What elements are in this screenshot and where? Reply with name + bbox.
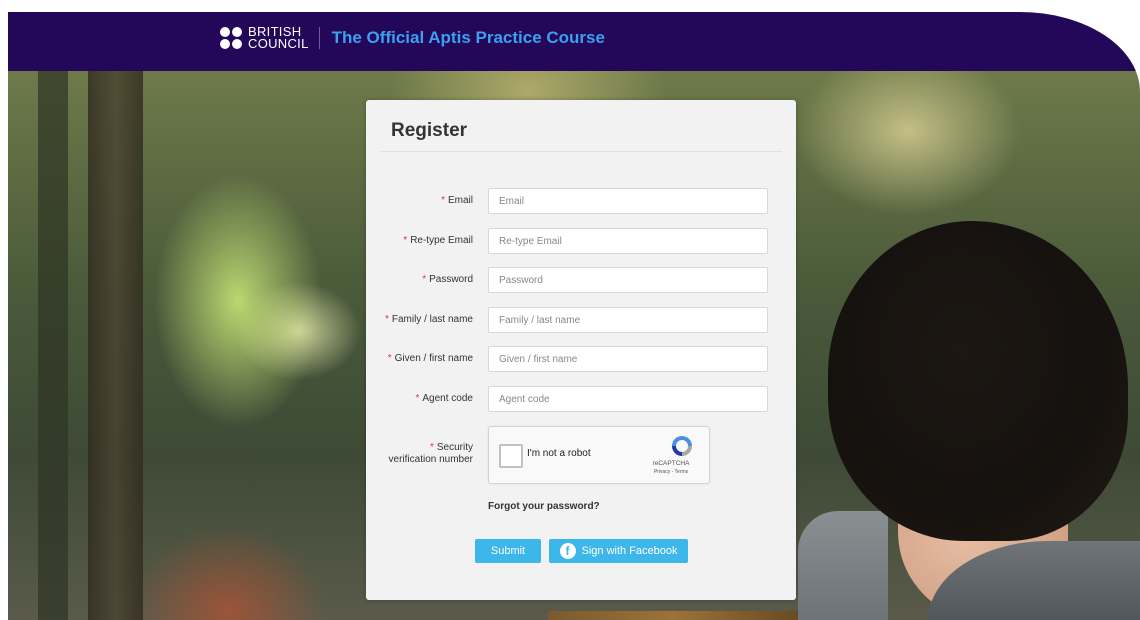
last-name-label: * Family / last name	[384, 314, 473, 325]
course-title: The Official Aptis Practice Course	[331, 28, 605, 47]
site-header: BRITISH COUNCIL The Official Aptis Pract…	[8, 12, 1140, 71]
submit-button[interactable]: Submit	[475, 539, 541, 563]
first-name-label: * Given / first name	[387, 353, 473, 364]
brand-line-2: COUNCIL	[248, 36, 309, 51]
password-label: * Password	[422, 274, 473, 285]
required-marker: *	[422, 274, 427, 285]
photo-person-head	[828, 221, 1128, 541]
logo-dots-icon	[220, 27, 242, 49]
captcha-label: I'm not a robot	[527, 448, 591, 459]
retype-email-row: * Re-type Email	[366, 228, 796, 254]
last-name-row: * Family / last name	[366, 307, 796, 333]
required-marker: *	[403, 235, 408, 246]
email-row: * Email	[366, 188, 796, 214]
agent-code-field[interactable]	[488, 386, 768, 412]
recaptcha-logo-icon	[672, 436, 692, 456]
last-name-field[interactable]	[488, 307, 768, 333]
facebook-icon: f	[559, 543, 576, 559]
photo-person-hair	[548, 611, 798, 620]
required-marker: *	[384, 314, 389, 325]
email-field[interactable]	[488, 188, 768, 214]
required-marker: *	[441, 195, 445, 206]
captcha-checkbox[interactable]	[499, 444, 523, 468]
required-marker: *	[387, 353, 392, 364]
british-council-logo[interactable]: BRITISH COUNCIL The Official Aptis Pract…	[220, 25, 605, 51]
password-field[interactable]	[488, 267, 768, 293]
brand-name: BRITISH COUNCIL	[248, 25, 309, 51]
photo-tree-trunk	[88, 71, 143, 620]
header-divider	[318, 27, 320, 49]
email-label: * Email	[441, 195, 473, 206]
register-title: Register	[391, 120, 468, 141]
required-marker: *	[415, 393, 420, 404]
photo-tree-trunk	[38, 71, 68, 620]
sign-with-facebook-button[interactable]: f Sign with Facebook	[549, 539, 688, 563]
retype-email-label: * Re-type Email	[403, 235, 473, 246]
photo-person-shoulder	[798, 511, 888, 620]
page-frame: BRITISH COUNCIL The Official Aptis Pract…	[8, 12, 1140, 620]
first-name-field[interactable]	[488, 346, 768, 372]
recaptcha-links[interactable]: Privacy - Terms	[641, 469, 701, 475]
facebook-button-label: Sign with Facebook	[581, 545, 678, 557]
first-name-row: * Given / first name	[366, 346, 796, 372]
password-row: * Password	[366, 267, 796, 293]
register-card: Register *Email *Re-type Email *Password…	[366, 100, 796, 600]
agent-code-row: * Agent code	[366, 386, 796, 412]
title-divider	[380, 151, 782, 152]
required-marker: *	[429, 442, 434, 453]
security-verification-label: * Security verification number	[388, 442, 473, 465]
recaptcha-widget: I'm not a robot reCAPTCHA Privacy - Term…	[488, 426, 710, 484]
retype-email-field[interactable]	[488, 228, 768, 254]
forgot-password-link[interactable]: Forgot your password?	[488, 501, 600, 512]
recaptcha-brand: reCAPTCHA	[652, 460, 690, 467]
agent-code-label: * Agent code	[415, 393, 473, 404]
